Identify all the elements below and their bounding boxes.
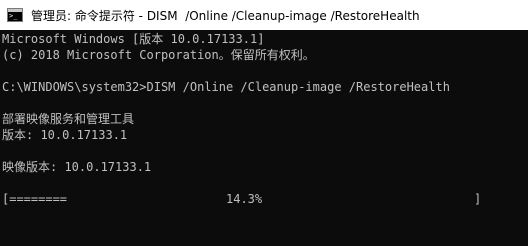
progress-bar-text: [======== <box>2 192 68 206</box>
console-line: 版本: 10.0.17133.1 <box>2 128 128 142</box>
console-line: 部署映像服务和管理工具 <box>2 112 135 126</box>
vertical-scrollbar[interactable] <box>524 30 528 246</box>
console-line: 映像版本: 10.0.17133.1 <box>2 160 152 174</box>
console-output[interactable]: Microsoft Windows [版本 10.0.17133.1] (c) … <box>2 31 522 241</box>
command-line: C:\WINDOWS\system32>DISM /Online /Cleanu… <box>2 80 450 94</box>
console-line: Microsoft Windows [版本 10.0.17133.1] <box>2 32 265 46</box>
window-title: 管理员: 命令提示符 - DISM /Online /Cleanup-image… <box>31 8 420 23</box>
progress-indicator: [======== 14.3% ] <box>2 191 522 207</box>
command-prompt-window: >_ 管理员: 命令提示符 - DISM /Online /Cleanup-im… <box>0 0 528 246</box>
progress-percent: 14.3% <box>226 192 263 206</box>
console-icon[interactable]: >_ <box>7 8 23 22</box>
title-bar[interactable]: >_ 管理员: 命令提示符 - DISM /Online /Cleanup-im… <box>0 0 528 30</box>
console-icon-glyph: >_ <box>9 12 18 20</box>
console-line: (c) 2018 Microsoft Corporation。保留所有权利。 <box>2 48 315 62</box>
progress-bar-end: ] <box>474 192 482 206</box>
